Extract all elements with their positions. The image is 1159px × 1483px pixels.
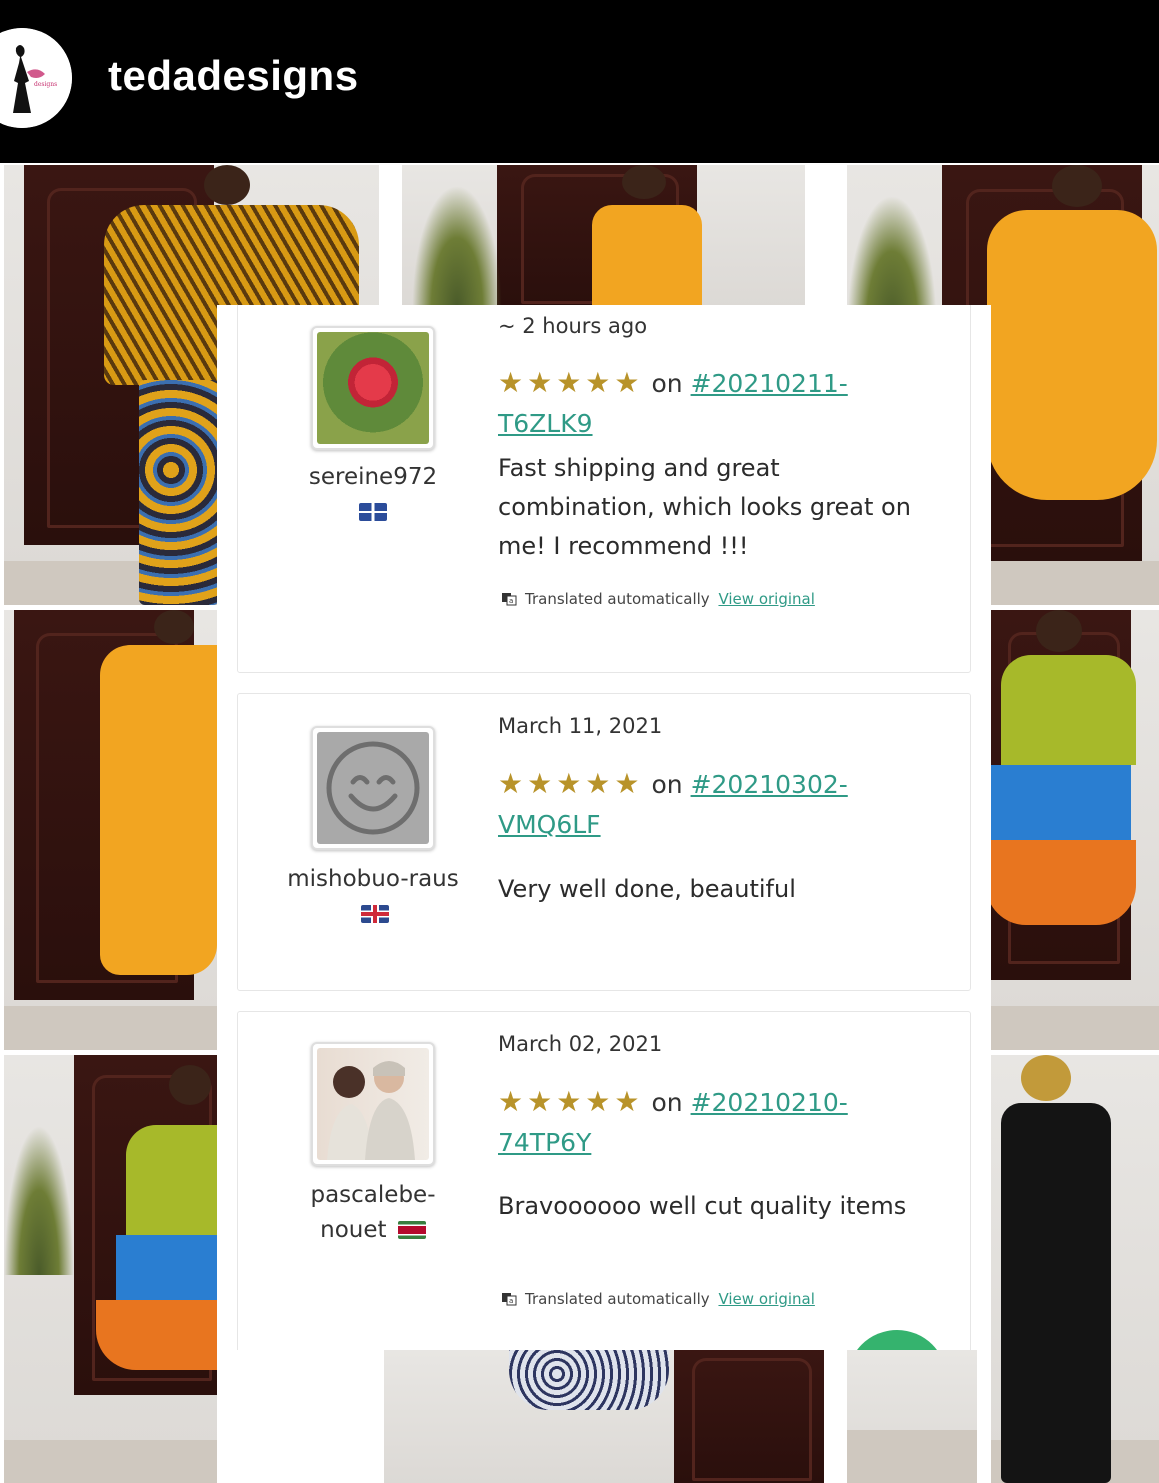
review-text: Very well done, beautiful	[498, 875, 796, 903]
reviewer-username: sereine972	[308, 464, 438, 490]
review-card: sereine972 ~ 2 hours ago ★★★★★ on #20210…	[237, 305, 971, 673]
translation-note: a Translated automatically View original	[501, 1290, 815, 1308]
photo-tile	[991, 610, 1159, 1050]
photo-tile	[4, 1055, 217, 1483]
review-rating: ★★★★★ on #20210302-VMQ6LF	[498, 764, 918, 845]
smiley-icon	[326, 741, 420, 835]
photo-tile	[384, 1350, 824, 1483]
united-kingdom-flag-icon	[361, 905, 389, 923]
reviewer-name[interactable]: mishobuo-raus	[278, 862, 468, 932]
view-original-link[interactable]: View original	[718, 590, 814, 608]
photo-tile	[847, 1350, 977, 1483]
photo-tile	[4, 610, 217, 1050]
reviewer-avatar[interactable]	[311, 326, 435, 450]
svg-text:a: a	[509, 1297, 513, 1305]
reviewer-name[interactable]: pascalebe-nouet	[278, 1178, 468, 1248]
review-card: mishobuo-raus March 11, 2021 ★★★★★ on #2…	[237, 693, 971, 991]
reviewer-avatar[interactable]	[311, 1042, 435, 1166]
translated-label: Translated automatically	[525, 1290, 710, 1308]
five-star-rating-icon: ★★★★★	[498, 767, 644, 800]
martinique-flag-icon	[359, 503, 387, 521]
review-date: March 02, 2021	[498, 1032, 663, 1056]
brand-logo-icon: designs	[0, 28, 72, 128]
suriname-flag-icon	[397, 1221, 426, 1239]
profile-handle[interactable]: tedadesigns	[108, 52, 359, 100]
svg-text:a: a	[509, 597, 513, 605]
review-card: pascalebe-nouet March 02, 2021 ★★★★★ on …	[237, 1011, 971, 1350]
review-date: ~ 2 hours ago	[498, 314, 648, 338]
reviewer-avatar[interactable]	[311, 726, 435, 850]
reviews-panel: sereine972 ~ 2 hours ago ★★★★★ on #20210…	[217, 305, 991, 1350]
five-star-rating-icon: ★★★★★	[498, 1085, 644, 1118]
review-rating: ★★★★★ on #20210210-74TP6Y	[498, 1082, 918, 1163]
user-photo-icon	[327, 1061, 415, 1160]
reviewer-username: mishobuo-raus	[287, 866, 459, 892]
profile-avatar[interactable]: designs	[0, 28, 74, 128]
profile-header: designs tedadesigns	[0, 0, 1159, 163]
reviewer-name[interactable]: sereine972	[278, 460, 468, 530]
translate-icon: a	[501, 1292, 517, 1306]
translate-icon: a	[501, 592, 517, 606]
on-label: on	[651, 1088, 683, 1117]
review-date: March 11, 2021	[498, 714, 663, 738]
translated-label: Translated automatically	[525, 590, 710, 608]
svg-text:designs: designs	[34, 81, 57, 88]
view-original-link[interactable]: View original	[718, 1290, 814, 1308]
on-label: on	[651, 770, 683, 799]
photo-tile	[402, 165, 805, 307]
five-star-rating-icon: ★★★★★	[498, 366, 644, 399]
review-rating: ★★★★★ on #20210211-T6ZLK9	[498, 363, 918, 444]
translation-note: a Translated automatically View original	[501, 590, 815, 608]
review-text: Bravoooooo well cut quality items	[498, 1192, 907, 1220]
review-text: Fast shipping and great combination, whi…	[498, 454, 911, 560]
photo-tile	[991, 1055, 1159, 1483]
on-label: on	[651, 369, 683, 398]
